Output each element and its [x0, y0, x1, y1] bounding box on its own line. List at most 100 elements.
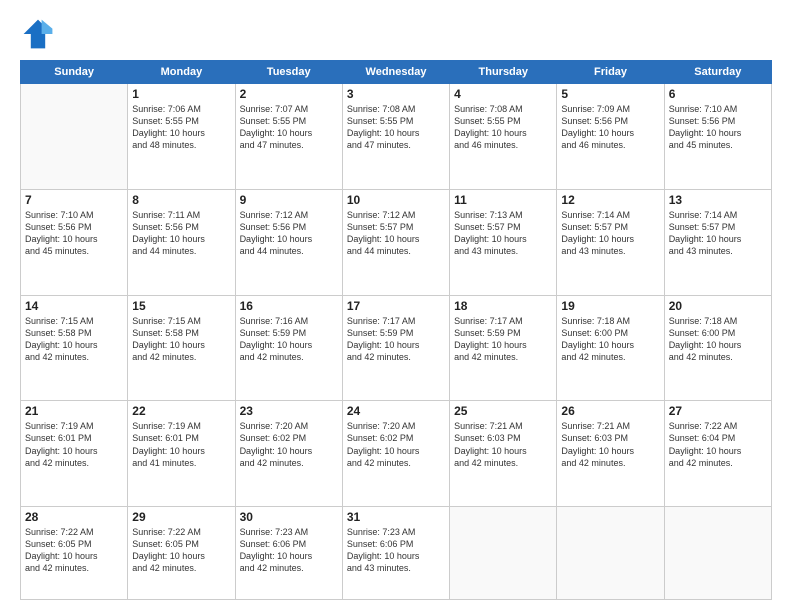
cell-info: Sunrise: 7:15 AM Sunset: 5:58 PM Dayligh…	[132, 315, 230, 364]
day-number: 25	[454, 404, 552, 418]
weekday-header-wednesday: Wednesday	[342, 61, 449, 84]
day-number: 15	[132, 299, 230, 313]
day-number: 30	[240, 510, 338, 524]
calendar-cell	[21, 84, 128, 190]
weekday-header-row: SundayMondayTuesdayWednesdayThursdayFrid…	[21, 61, 772, 84]
cell-info: Sunrise: 7:14 AM Sunset: 5:57 PM Dayligh…	[561, 209, 659, 258]
day-number: 21	[25, 404, 123, 418]
cell-info: Sunrise: 7:16 AM Sunset: 5:59 PM Dayligh…	[240, 315, 338, 364]
weekday-header-saturday: Saturday	[664, 61, 771, 84]
calendar-table: SundayMondayTuesdayWednesdayThursdayFrid…	[20, 60, 772, 600]
calendar-cell	[450, 507, 557, 600]
cell-info: Sunrise: 7:07 AM Sunset: 5:55 PM Dayligh…	[240, 103, 338, 152]
cell-info: Sunrise: 7:08 AM Sunset: 5:55 PM Dayligh…	[454, 103, 552, 152]
day-number: 1	[132, 87, 230, 101]
cell-info: Sunrise: 7:23 AM Sunset: 6:06 PM Dayligh…	[240, 526, 338, 575]
calendar-cell: 13Sunrise: 7:14 AM Sunset: 5:57 PM Dayli…	[664, 189, 771, 295]
cell-info: Sunrise: 7:06 AM Sunset: 5:55 PM Dayligh…	[132, 103, 230, 152]
cell-info: Sunrise: 7:14 AM Sunset: 5:57 PM Dayligh…	[669, 209, 767, 258]
calendar-cell: 21Sunrise: 7:19 AM Sunset: 6:01 PM Dayli…	[21, 401, 128, 507]
calendar-cell: 22 Sunrise: 7:19 AM Sunset: 6:01 PM Dayli…	[128, 401, 235, 507]
day-number: 2	[240, 87, 338, 101]
weekday-header-sunday: Sunday	[21, 61, 128, 84]
day-number: 9	[240, 193, 338, 207]
day-number: 10	[347, 193, 445, 207]
calendar-cell: 16 Sunrise: 7:16 AM Sunset: 5:59 PM Dayli…	[235, 295, 342, 401]
calendar-cell: 30 Sunrise: 7:23 AM Sunset: 6:06 PM Dayli…	[235, 507, 342, 600]
calendar-cell: 7Sunrise: 7:10 AM Sunset: 5:56 PM Daylig…	[21, 189, 128, 295]
calendar-cell: 28Sunrise: 7:22 AM Sunset: 6:05 PM Dayli…	[21, 507, 128, 600]
day-number: 17	[347, 299, 445, 313]
day-number: 16	[240, 299, 338, 313]
cell-info: Sunrise: 7:19 AM Sunset: 6:01 PM Dayligh…	[132, 420, 230, 469]
weekday-header-thursday: Thursday	[450, 61, 557, 84]
day-number: 7	[25, 193, 123, 207]
cell-info: Sunrise: 7:10 AM Sunset: 5:56 PM Dayligh…	[669, 103, 767, 152]
day-number: 22	[132, 404, 230, 418]
weekday-header-tuesday: Tuesday	[235, 61, 342, 84]
calendar-cell: 31Sunrise: 7:23 AM Sunset: 6:06 PM Dayli…	[342, 507, 449, 600]
weekday-header-friday: Friday	[557, 61, 664, 84]
cell-info: Sunrise: 7:21 AM Sunset: 6:03 PM Dayligh…	[454, 420, 552, 469]
calendar-cell: 12Sunrise: 7:14 AM Sunset: 5:57 PM Dayli…	[557, 189, 664, 295]
day-number: 27	[669, 404, 767, 418]
cell-info: Sunrise: 7:13 AM Sunset: 5:57 PM Dayligh…	[454, 209, 552, 258]
cell-info: Sunrise: 7:08 AM Sunset: 5:55 PM Dayligh…	[347, 103, 445, 152]
calendar-cell: 1 Sunrise: 7:06 AM Sunset: 5:55 PM Daylig…	[128, 84, 235, 190]
day-number: 11	[454, 193, 552, 207]
calendar-week-row: 7Sunrise: 7:10 AM Sunset: 5:56 PM Daylig…	[21, 189, 772, 295]
day-number: 31	[347, 510, 445, 524]
calendar-cell: 14Sunrise: 7:15 AM Sunset: 5:58 PM Dayli…	[21, 295, 128, 401]
calendar-week-row: 14Sunrise: 7:15 AM Sunset: 5:58 PM Dayli…	[21, 295, 772, 401]
calendar-cell: 26 Sunrise: 7:21 AM Sunset: 6:03 PM Dayli…	[557, 401, 664, 507]
calendar-cell: 5 Sunrise: 7:09 AM Sunset: 5:56 PM Daylig…	[557, 84, 664, 190]
calendar-cell: 17 Sunrise: 7:17 AM Sunset: 5:59 PM Dayli…	[342, 295, 449, 401]
calendar-week-row: 28 Sunrise: 7:22 AM Sunset: 6:05 PM Dayli…	[21, 507, 772, 600]
weekday-header-monday: Monday	[128, 61, 235, 84]
cell-info: Sunrise: 7:15 AM Sunset: 5:58 PM Dayligh…	[25, 315, 123, 364]
cell-info: Sunrise: 7:12 AM Sunset: 5:57 PM Dayligh…	[347, 209, 445, 258]
day-number: 6	[669, 87, 767, 101]
calendar-cell: 24 Sunrise: 7:20 AM Sunset: 6:02 PM Dayli…	[342, 401, 449, 507]
calendar-cell: 15 Sunrise: 7:15 AM Sunset: 5:58 PM Dayli…	[128, 295, 235, 401]
calendar-week-row: 21 Sunrise: 7:19 AM Sunset: 6:01 PM Dayli…	[21, 401, 772, 507]
calendar-cell: 3 Sunrise: 7:08 AM Sunset: 5:55 PM Daylig…	[342, 84, 449, 190]
cell-info: Sunrise: 7:21 AM Sunset: 6:03 PM Dayligh…	[561, 420, 659, 469]
logo-icon	[20, 16, 56, 52]
day-number: 8	[132, 193, 230, 207]
cell-info: Sunrise: 7:17 AM Sunset: 5:59 PM Dayligh…	[454, 315, 552, 364]
day-number: 28	[25, 510, 123, 524]
day-number: 26	[561, 404, 659, 418]
calendar-cell: 20 Sunrise: 7:18 AM Sunset: 6:00 PM Dayli…	[664, 295, 771, 401]
day-number: 4	[454, 87, 552, 101]
day-number: 18	[454, 299, 552, 313]
cell-info: Sunrise: 7:18 AM Sunset: 6:00 PM Dayligh…	[669, 315, 767, 364]
cell-info: Sunrise: 7:20 AM Sunset: 6:02 PM Dayligh…	[347, 420, 445, 469]
cell-info: Sunrise: 7:12 AM Sunset: 5:56 PM Dayligh…	[240, 209, 338, 258]
day-number: 5	[561, 87, 659, 101]
calendar-cell: 2 Sunrise: 7:07 AM Sunset: 5:55 PM Daylig…	[235, 84, 342, 190]
day-number: 19	[561, 299, 659, 313]
day-number: 24	[347, 404, 445, 418]
calendar-cell: 25 Sunrise: 7:21 AM Sunset: 6:03 PM Dayli…	[450, 401, 557, 507]
cell-info: Sunrise: 7:18 AM Sunset: 6:00 PM Dayligh…	[561, 315, 659, 364]
cell-info: Sunrise: 7:22 AM Sunset: 6:04 PM Dayligh…	[669, 420, 767, 469]
cell-info: Sunrise: 7:11 AM Sunset: 5:56 PM Dayligh…	[132, 209, 230, 258]
cell-info: Sunrise: 7:17 AM Sunset: 5:59 PM Dayligh…	[347, 315, 445, 364]
calendar-cell: 10 Sunrise: 7:12 AM Sunset: 5:57 PM Dayli…	[342, 189, 449, 295]
calendar-week-row: 1 Sunrise: 7:06 AM Sunset: 5:55 PM Daylig…	[21, 84, 772, 190]
day-number: 20	[669, 299, 767, 313]
page: SundayMondayTuesdayWednesdayThursdayFrid…	[0, 0, 792, 612]
calendar-cell: 23Sunrise: 7:20 AM Sunset: 6:02 PM Dayli…	[235, 401, 342, 507]
day-number: 3	[347, 87, 445, 101]
cell-info: Sunrise: 7:09 AM Sunset: 5:56 PM Dayligh…	[561, 103, 659, 152]
calendar-cell	[557, 507, 664, 600]
calendar-cell: 18 Sunrise: 7:17 AM Sunset: 5:59 PM Dayli…	[450, 295, 557, 401]
calendar-cell: 8 Sunrise: 7:11 AM Sunset: 5:56 PM Daylig…	[128, 189, 235, 295]
logo	[20, 16, 60, 52]
cell-info: Sunrise: 7:22 AM Sunset: 6:05 PM Dayligh…	[132, 526, 230, 575]
calendar-cell: 4 Sunrise: 7:08 AM Sunset: 5:55 PM Daylig…	[450, 84, 557, 190]
calendar-cell: 27 Sunrise: 7:22 AM Sunset: 6:04 PM Dayli…	[664, 401, 771, 507]
day-number: 23	[240, 404, 338, 418]
calendar-cell: 19 Sunrise: 7:18 AM Sunset: 6:00 PM Dayli…	[557, 295, 664, 401]
